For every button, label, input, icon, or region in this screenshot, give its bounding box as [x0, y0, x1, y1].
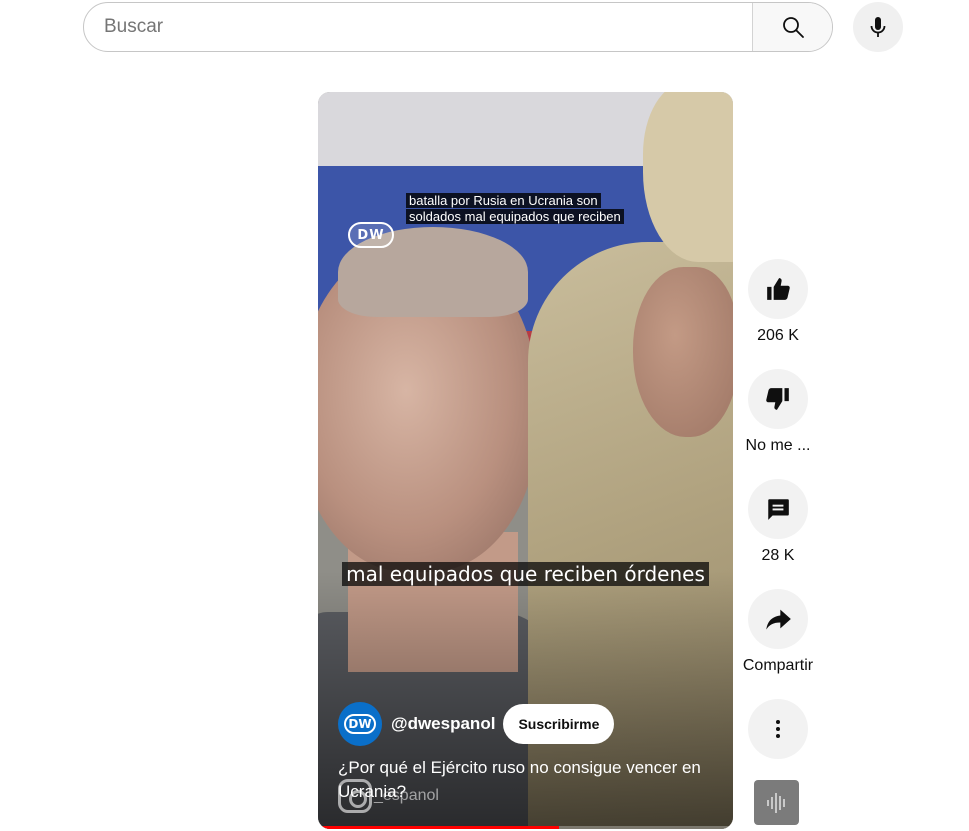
comment-icon — [768, 499, 789, 520]
progress-bar[interactable] — [318, 826, 733, 829]
dislike-action: No me ... — [738, 369, 818, 455]
search-box — [83, 2, 833, 52]
dislike-button[interactable] — [748, 369, 808, 429]
share-label: Compartir — [742, 657, 814, 674]
channel-avatar[interactable]: DW — [338, 702, 382, 746]
audio-source-tile[interactable] — [754, 780, 799, 825]
thumbs-up-icon — [767, 278, 790, 300]
subscribe-button[interactable]: Suscribirme — [503, 704, 615, 744]
like-action: 206 K — [738, 259, 818, 345]
audio-waveform-icon — [766, 792, 785, 813]
search-button[interactable] — [752, 3, 832, 51]
dislike-label: No me ... — [745, 437, 811, 454]
progress-bar-fill — [318, 826, 559, 829]
subtitle-text: mal equipados que reciben órdenes — [342, 562, 709, 586]
channel-handle[interactable]: @dwespanol — [391, 714, 495, 734]
comments-action: 28 K — [738, 479, 818, 565]
more-vertical-icon — [776, 720, 780, 738]
like-button[interactable] — [748, 259, 808, 319]
comments-button[interactable] — [748, 479, 808, 539]
microphone-icon — [870, 17, 886, 37]
shorts-video-player[interactable]: DW batalla por Rusia en Ucrania son sold… — [318, 92, 733, 829]
thumbs-down-icon — [766, 388, 789, 410]
comments-count: 28 K — [761, 547, 795, 564]
channel-row: DW @dwespanol Suscribirme — [338, 702, 615, 746]
share-action: Compartir — [738, 589, 818, 675]
search-input[interactable] — [84, 3, 752, 51]
search-icon — [782, 17, 804, 38]
dw-logo: DW — [348, 222, 394, 248]
channel-avatar-logo: DW — [344, 714, 376, 734]
video-title[interactable]: ¿Por qué el Ejército ruso no consigue ve… — [338, 756, 718, 804]
like-count: 206 K — [757, 327, 799, 344]
burned-in-caption-text: batalla por Rusia en Ucrania son soldado… — [406, 193, 624, 224]
voice-search-button[interactable] — [853, 2, 903, 52]
share-arrow-icon — [766, 609, 791, 630]
share-button[interactable] — [748, 589, 808, 649]
more-options-button[interactable] — [748, 699, 808, 759]
burned-in-caption: batalla por Rusia en Ucrania son soldado… — [406, 193, 642, 225]
subtitle: mal equipados que reciben órdenes — [338, 560, 713, 588]
more-action — [738, 699, 818, 759]
